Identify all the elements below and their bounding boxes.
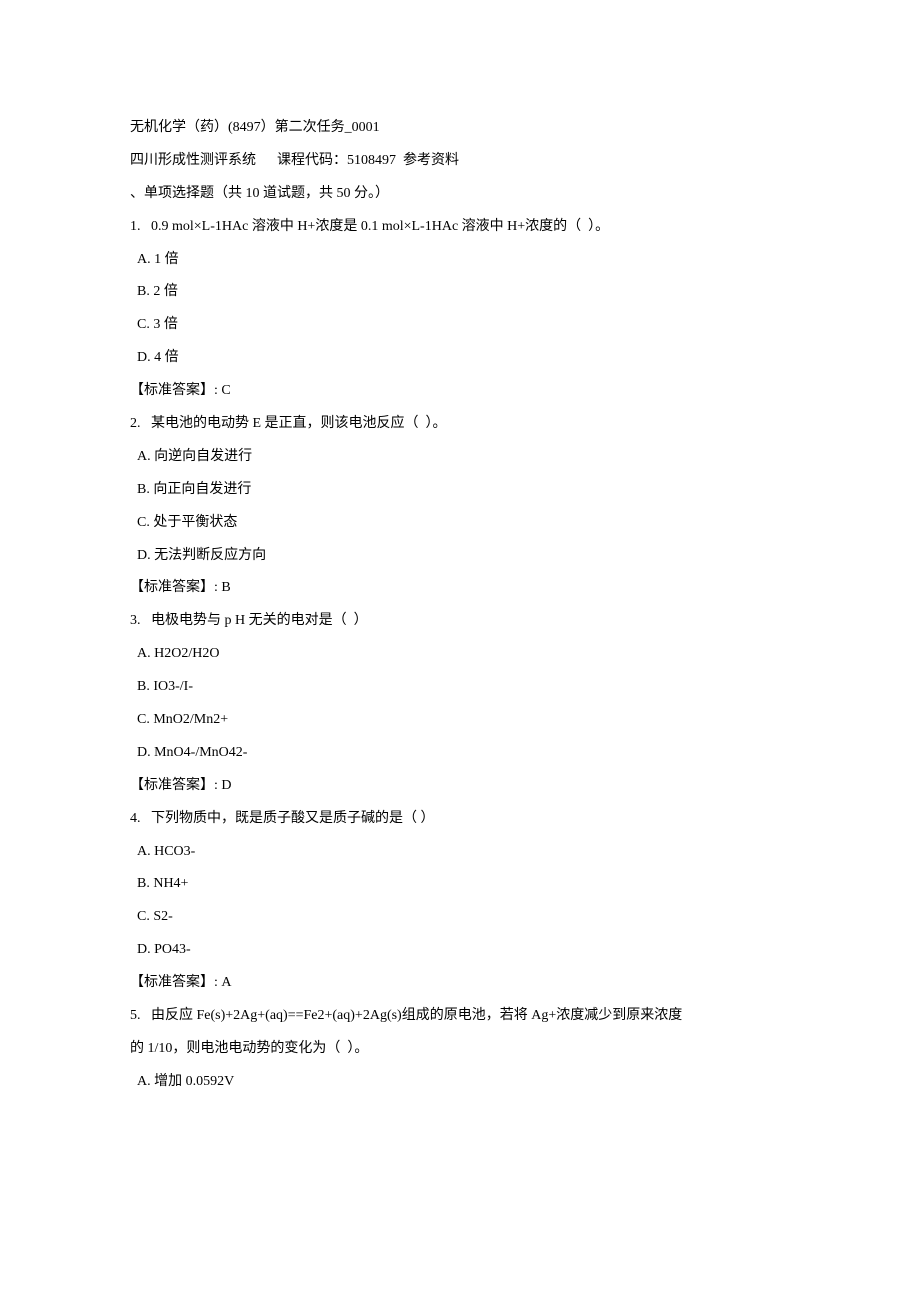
question-stem: 1. 0.9 mol×L-1HAc 溶液中 H+浓度是 0.1 mol×L-1H… bbox=[130, 211, 790, 244]
doc-title: 无机化学（药）(8497）第二次任务_0001 bbox=[130, 112, 790, 145]
answer-line: 【标准答案】: A bbox=[130, 967, 790, 1000]
answer-value: C bbox=[221, 383, 230, 398]
answer-label: 【标准答案】: bbox=[130, 778, 218, 793]
question-text: 某电池的电动势 E 是正直，则该电池反应（ ）。 bbox=[151, 416, 447, 431]
option-c: C. MnO2/Mn2+ bbox=[130, 704, 790, 737]
option-b: B. NH4+ bbox=[130, 868, 790, 901]
answer-label: 【标准答案】: bbox=[130, 975, 218, 990]
question-text: 由反应 Fe(s)+2Ag+(aq)==Fe2+(aq)+2Ag(s)组成的原电… bbox=[151, 1008, 682, 1023]
answer-line: 【标准答案】: D bbox=[130, 770, 790, 803]
question-number: 2. bbox=[130, 416, 141, 431]
question-text: 下列物质中，既是质子酸又是质子碱的是（ ） bbox=[151, 811, 435, 826]
question-number: 3. bbox=[130, 613, 141, 628]
question-number: 1. bbox=[130, 219, 141, 234]
option-c: C. 处于平衡状态 bbox=[130, 507, 790, 540]
question-number: 4. bbox=[130, 811, 141, 826]
option-c: C. 3 倍 bbox=[130, 309, 790, 342]
option-a: A. 向逆向自发进行 bbox=[130, 441, 790, 474]
question-text: 电极电势与 p H 无关的电对是（ ） bbox=[151, 613, 368, 628]
answer-label: 【标准答案】: bbox=[130, 580, 218, 595]
option-d: D. 无法判断反应方向 bbox=[130, 540, 790, 573]
answer-line: 【标准答案】: B bbox=[130, 572, 790, 605]
question-stem: 4. 下列物质中，既是质子酸又是质子碱的是（ ） bbox=[130, 803, 790, 836]
option-a: A. 增加 0.0592V bbox=[130, 1066, 790, 1099]
answer-value: B bbox=[221, 580, 230, 595]
option-b: B. IO3-/I- bbox=[130, 671, 790, 704]
question-number: 5. bbox=[130, 1008, 141, 1023]
answer-value: A bbox=[221, 975, 231, 990]
question-stem: 3. 电极电势与 p H 无关的电对是（ ） bbox=[130, 605, 790, 638]
option-a: A. H2O2/H2O bbox=[130, 638, 790, 671]
question-text: 0.9 mol×L-1HAc 溶液中 H+浓度是 0.1 mol×L-1HAc … bbox=[151, 219, 609, 234]
option-a: A. HCO3- bbox=[130, 836, 790, 869]
option-d: D. 4 倍 bbox=[130, 342, 790, 375]
answer-line: 【标准答案】: C bbox=[130, 375, 790, 408]
option-b: B. 向正向自发进行 bbox=[130, 474, 790, 507]
question-stem: 2. 某电池的电动势 E 是正直，则该电池反应（ ）。 bbox=[130, 408, 790, 441]
option-b: B. 2 倍 bbox=[130, 276, 790, 309]
document-page: 无机化学（药）(8497）第二次任务_0001 四川形成性测评系统 课程代码：5… bbox=[0, 0, 920, 1302]
question-stem: 5. 由反应 Fe(s)+2Ag+(aq)==Fe2+(aq)+2Ag(s)组成… bbox=[130, 1000, 790, 1033]
option-d: D. PO43- bbox=[130, 934, 790, 967]
question-stem-cont: 的 1/10，则电池电动势的变化为（ ）。 bbox=[130, 1033, 790, 1066]
answer-label: 【标准答案】: bbox=[130, 383, 218, 398]
option-a: A. 1 倍 bbox=[130, 244, 790, 277]
answer-value: D bbox=[221, 778, 231, 793]
section-header: 、单项选择题（共 10 道试题，共 50 分。） bbox=[130, 178, 790, 211]
option-c: C. S2- bbox=[130, 901, 790, 934]
option-d: D. MnO4-/MnO42- bbox=[130, 737, 790, 770]
doc-subtitle: 四川形成性测评系统 课程代码：5108497 参考资料 bbox=[130, 145, 790, 178]
